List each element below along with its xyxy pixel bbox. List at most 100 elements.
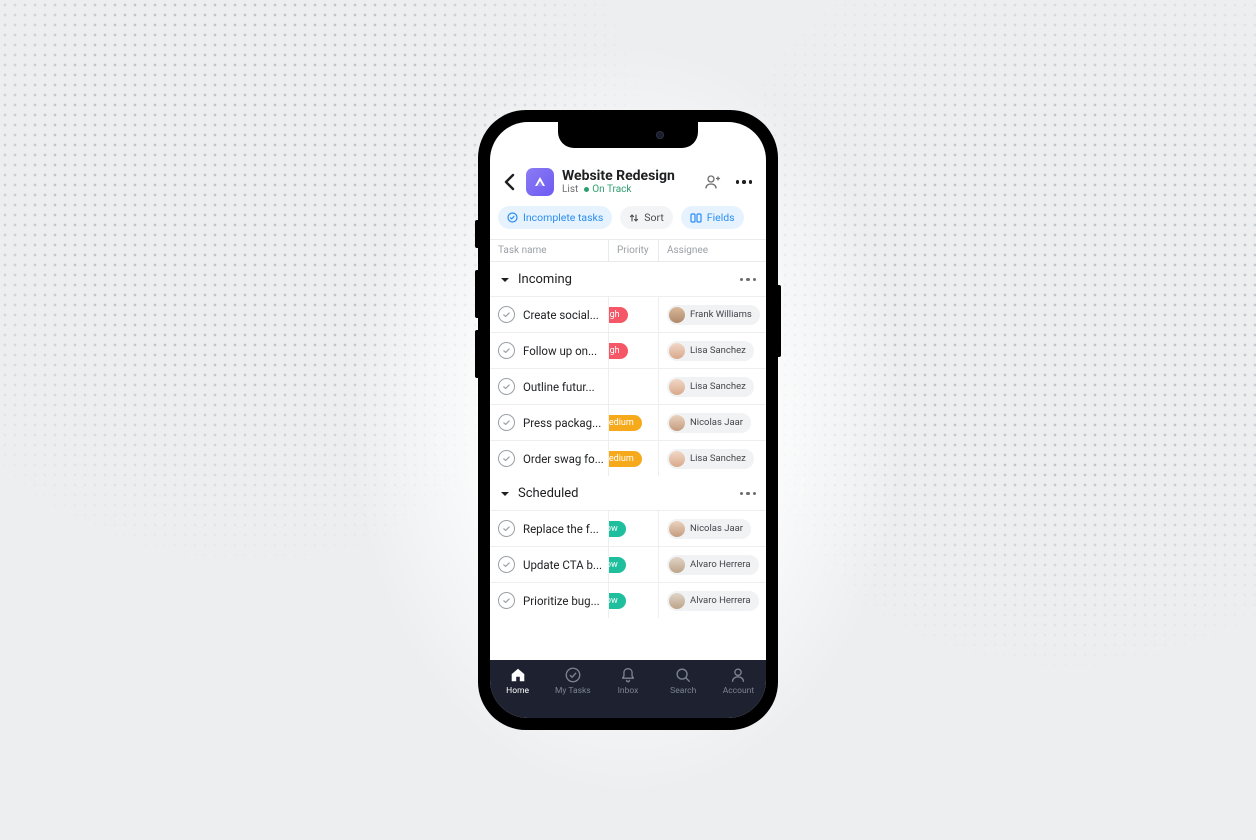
avatar [669, 307, 685, 323]
assignee-chip[interactable]: Frank Williams [667, 305, 760, 325]
chip-label: Sort [644, 211, 663, 224]
bell-icon [619, 666, 637, 684]
assignee-name: Alvaro Herrera [690, 595, 751, 606]
avatar [669, 343, 685, 359]
assignee-chip[interactable]: Lisa Sanchez [667, 377, 754, 397]
complete-checkbox[interactable] [498, 306, 515, 323]
project-icon [526, 168, 554, 196]
column-header-assignee[interactable]: Assignee [658, 240, 766, 261]
section-overflow-button[interactable] [740, 278, 757, 282]
task-name: Press packag... [523, 416, 601, 430]
priority-pill: Low [608, 521, 626, 537]
assignee-name: Lisa Sanchez [690, 345, 746, 356]
check-circle-icon [507, 212, 518, 223]
search-icon [674, 666, 692, 684]
section-header[interactable]: Scheduled [490, 476, 766, 510]
tab-label: Home [506, 686, 529, 696]
complete-checkbox[interactable] [498, 592, 515, 609]
task-row[interactable]: Press packag...MediumNicolas Jaar [490, 404, 766, 440]
task-row[interactable]: Outline futur... Lisa Sanchez [490, 368, 766, 404]
tab-my-tasks[interactable]: My Tasks [545, 666, 600, 718]
device-notch [558, 122, 698, 148]
assignee-chip[interactable]: Nicolas Jaar [667, 413, 751, 433]
assignee-name: Alvaro Herrera [690, 559, 751, 570]
app-screen: Website Redesign List On Track [490, 122, 766, 718]
avatar [669, 557, 685, 573]
complete-checkbox[interactable] [498, 378, 515, 395]
priority-pill: Low [608, 593, 626, 609]
task-row[interactable]: Follow up on...HighLisa Sanchez [490, 332, 766, 368]
avatar [669, 415, 685, 431]
bottom-tab-bar: Home My Tasks Inbox Search Account [490, 660, 766, 718]
status-badge: On Track [584, 184, 631, 195]
section-name: Incoming [518, 272, 740, 287]
home-icon [509, 666, 527, 684]
fields-chip[interactable]: Fields [681, 206, 744, 229]
assignee-chip[interactable]: Nicolas Jaar [667, 519, 751, 539]
task-row[interactable]: Prioritize bug... Low Alvaro Herrera [490, 582, 766, 618]
task-name: Outline futur... [523, 380, 595, 394]
back-button[interactable] [500, 168, 518, 196]
fields-icon [690, 213, 702, 223]
phone-side-button [475, 330, 478, 378]
incomplete-tasks-chip[interactable]: Incomplete tasks [498, 206, 612, 229]
task-name: Prioritize bug... [523, 594, 600, 608]
task-row[interactable]: Create social... High Frank Williams [490, 296, 766, 332]
status-label: On Track [592, 184, 631, 195]
complete-checkbox[interactable] [498, 520, 515, 537]
avatar [669, 593, 685, 609]
tab-inbox[interactable]: Inbox [600, 666, 655, 718]
task-name: Update CTA b... [523, 558, 602, 572]
complete-checkbox[interactable] [498, 414, 515, 431]
task-row[interactable]: Update CTA b... Low Alvaro Herrera [490, 546, 766, 582]
chip-label: Incomplete tasks [523, 211, 603, 224]
add-member-button[interactable] [702, 172, 722, 192]
task-name: Replace the f... [523, 522, 599, 536]
priority-pill: Medium [608, 451, 642, 467]
section-name: Scheduled [518, 486, 740, 501]
task-row[interactable]: Order swag fo...MediumLisa Sanchez [490, 440, 766, 476]
phone-side-button [778, 285, 781, 357]
caret-down-icon [500, 490, 510, 498]
complete-checkbox[interactable] [498, 556, 515, 573]
complete-checkbox[interactable] [498, 450, 515, 467]
tab-search[interactable]: Search [656, 666, 711, 718]
tab-home[interactable]: Home [490, 666, 545, 718]
task-list: Incoming Create social... High Frank Willia… [490, 262, 766, 660]
project-title-block[interactable]: Website Redesign List On Track [562, 169, 694, 195]
phone-side-button [475, 270, 478, 318]
tab-label: Search [670, 686, 696, 696]
tab-label: My Tasks [555, 686, 591, 696]
tab-label: Account [723, 686, 754, 696]
status-dot-icon [584, 187, 589, 192]
sort-icon [629, 213, 639, 223]
assignee-chip[interactable]: Lisa Sanchez [667, 449, 754, 469]
task-name: Follow up on... [523, 344, 597, 358]
priority-pill: High [608, 307, 628, 323]
task-name: Create social... [523, 308, 599, 322]
project-title: Website Redesign [562, 169, 694, 184]
complete-checkbox[interactable] [498, 342, 515, 359]
overflow-button[interactable] [736, 180, 753, 184]
assignee-name: Frank Williams [690, 309, 752, 320]
chevron-left-icon [504, 173, 515, 191]
section-header[interactable]: Incoming [490, 262, 766, 296]
assignee-chip[interactable]: Lisa Sanchez [667, 341, 754, 361]
assignee-chip[interactable]: Alvaro Herrera [667, 591, 759, 611]
section-overflow-button[interactable] [740, 492, 757, 496]
view-type-label: List [562, 184, 578, 195]
phone-device: Website Redesign List On Track [478, 110, 778, 730]
priority-pill: Low [608, 557, 626, 573]
avatar [669, 379, 685, 395]
assignee-name: Lisa Sanchez [690, 381, 746, 392]
assignee-name: Lisa Sanchez [690, 453, 746, 464]
filter-bar: Incomplete tasks Sort Fields [490, 204, 766, 239]
column-header-name[interactable]: Task name [490, 240, 608, 261]
triangle-icon [532, 174, 548, 190]
tab-account[interactable]: Account [711, 666, 766, 718]
task-row[interactable]: Replace the f... Low Nicolas Jaar [490, 510, 766, 546]
sort-chip[interactable]: Sort [620, 206, 672, 229]
person-icon [729, 666, 747, 684]
column-header-priority[interactable]: Priority [608, 240, 658, 261]
assignee-chip[interactable]: Alvaro Herrera [667, 555, 759, 575]
